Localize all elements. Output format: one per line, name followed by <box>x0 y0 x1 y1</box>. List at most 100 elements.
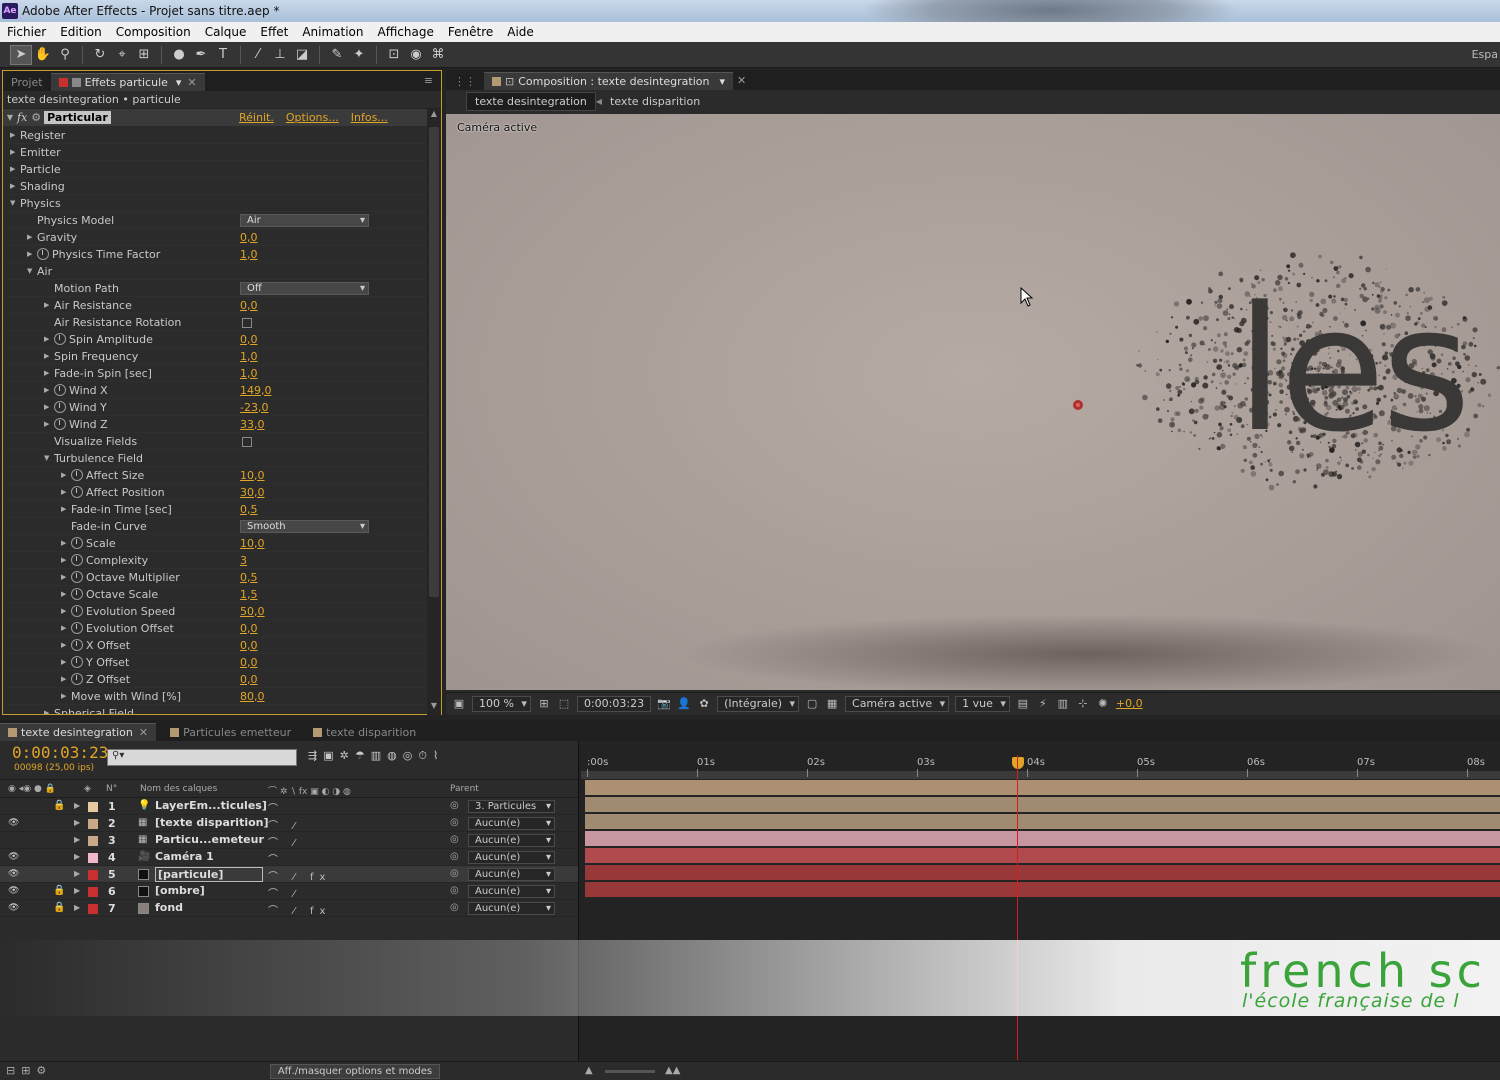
current-time-field[interactable]: 0:00:03:23 <box>576 695 652 712</box>
property-value[interactable]: 3 <box>240 554 247 567</box>
visibility-eye-icon[interactable]: 👁 <box>8 869 19 879</box>
twirl-closed-icon[interactable]: ▶ <box>61 590 71 598</box>
label-color-swatch[interactable] <box>88 802 98 812</box>
pick-whip-icon[interactable]: ◎ <box>450 885 459 896</box>
eraser-tool-icon[interactable]: ◪ <box>291 45 313 65</box>
layer-duration-bar[interactable] <box>585 882 1500 897</box>
layer-switch-icons[interactable]: ⌒ ⁄ <box>268 834 301 849</box>
stopwatch-icon[interactable] <box>54 333 66 345</box>
layer-duration-bar[interactable] <box>585 797 1500 812</box>
effect-property-row[interactable]: ▶ Shading <box>3 178 425 195</box>
twirl-closed-icon[interactable]: ▶ <box>27 233 37 241</box>
stopwatch-icon[interactable] <box>71 673 83 685</box>
color-channels-icon[interactable]: ✿ <box>697 697 711 711</box>
comp-flowchart-icon[interactable]: ⊹ <box>1076 697 1090 711</box>
stopwatch-icon[interactable] <box>37 248 49 260</box>
magnification-dropdown[interactable]: 100 % <box>472 695 531 712</box>
stopwatch-icon[interactable] <box>54 384 66 396</box>
stopwatch-icon[interactable] <box>71 639 83 651</box>
layer-name[interactable]: [ombre] <box>155 884 205 897</box>
effect-property-row[interactable]: ▶ Fade-in Spin [sec] 1,0 <box>3 365 425 382</box>
property-value[interactable]: 0,0 <box>240 656 258 669</box>
pick-whip-icon[interactable]: ◎ <box>450 800 459 811</box>
effect-property-row[interactable]: ▶ X Offset 0,0 <box>3 637 425 654</box>
time-ruler[interactable]: :00s 01s 02s 03s 04s 05s 06s 07s 08s <box>579 741 1500 779</box>
property-dropdown[interactable]: Air <box>240 214 369 227</box>
pick-whip-icon[interactable]: ◎ <box>450 902 459 913</box>
layer-name[interactable]: LayerEm...ticules] <box>155 799 267 812</box>
twirl-closed-icon[interactable]: ▶ <box>44 369 54 377</box>
crumb-texte-disparition[interactable]: texte disparition <box>602 93 708 110</box>
hide-shy-layers-icon[interactable]: ☂ <box>355 749 365 763</box>
stopwatch-icon[interactable] <box>71 605 83 617</box>
property-value[interactable]: 0,0 <box>240 622 258 635</box>
twirl-closed-icon[interactable]: ▶ <box>61 539 71 547</box>
layer-row[interactable]: 👁 ▶ 4 🎥 Caméra 1 ⌒ ◎ Aucun(e) <box>0 849 578 866</box>
effect-property-row[interactable]: ▶ Octave Scale 1,5 <box>3 586 425 603</box>
effect-property-row[interactable]: ▼ Air <box>3 263 425 280</box>
clone-stamp-tool-icon[interactable]: ⊥ <box>269 45 291 65</box>
always-preview-icon[interactable]: ▣ <box>452 697 466 711</box>
puppet-pin-tool-icon[interactable]: ✦ <box>348 45 370 65</box>
effect-property-row[interactable]: ▶ Spin Amplitude 0,0 <box>3 331 425 348</box>
tab-projet[interactable]: Projet <box>3 73 51 91</box>
layer-switch-icons[interactable]: ⌒ ⁄ <box>268 817 301 832</box>
crumb-texte-desintegration[interactable]: texte desintegration <box>466 91 596 111</box>
menu-fichier[interactable]: Fichier <box>0 25 53 39</box>
stopwatch-icon[interactable] <box>71 588 83 600</box>
label-color-swatch[interactable] <box>88 819 98 829</box>
pick-whip-icon[interactable]: ◎ <box>450 868 459 879</box>
twirl-closed-icon[interactable]: ▶ <box>61 471 71 479</box>
snapshot-icon[interactable]: 📷 <box>657 697 671 711</box>
property-value[interactable]: 10,0 <box>240 537 265 550</box>
options-link[interactable]: Options... <box>286 111 339 124</box>
toggle-switches-modes-button[interactable]: Aff./masquer options et modes <box>270 1064 440 1079</box>
world-axis-mode-icon[interactable]: ◉ <box>405 45 427 65</box>
effect-property-row[interactable]: ▶ Move with Wind [%] 80,0 <box>3 688 425 705</box>
comp-mini-flowchart-icon[interactable]: ⇶ <box>308 749 317 763</box>
twirl-closed-icon[interactable]: ▶ <box>74 869 80 878</box>
effect-property-row[interactable]: Physics Model Air <box>3 212 425 229</box>
parent-dropdown[interactable]: Aucun(e) <box>468 885 555 898</box>
layer-row[interactable]: ▶ 3 ▦ Particu...emeteur ⌒ ⁄ ◎ Aucun(e) <box>0 832 578 849</box>
pixel-aspect-icon[interactable]: ▤ <box>1016 697 1030 711</box>
twirl-closed-icon[interactable]: ▶ <box>74 835 80 844</box>
view-axis-mode-icon[interactable]: ⌘ <box>427 45 449 65</box>
menu-fenetre[interactable]: Fenêtre <box>441 25 500 39</box>
selection-tool-icon[interactable]: ➤ <box>10 44 32 65</box>
auto-keyframe-icon[interactable]: ⏱ <box>418 749 427 763</box>
layer-row[interactable]: 👁 🔒 ▶ 7 fond ⌒ ⁄ fx ◎ Aucun(e) <box>0 900 578 917</box>
tab-composition[interactable]: ⊡ Composition : texte desintegration ▾ <box>484 72 734 90</box>
parent-dropdown[interactable]: Aucun(e) <box>468 902 555 915</box>
parent-dropdown[interactable]: Aucun(e) <box>468 834 555 847</box>
effect-property-row[interactable]: ▶ Evolution Offset 0,0 <box>3 620 425 637</box>
effect-property-row[interactable]: ▶ Gravity 0,0 <box>3 229 425 246</box>
composition-viewer[interactable]: les Caméra active <box>446 114 1500 690</box>
pick-whip-icon[interactable]: ◎ <box>450 851 459 862</box>
effect-property-row[interactable]: ▼ Turbulence Field <box>3 450 425 467</box>
property-value[interactable]: 1,0 <box>240 350 258 363</box>
property-value[interactable]: 0,0 <box>240 231 258 244</box>
label-color-swatch[interactable] <box>88 887 98 897</box>
menu-affichage[interactable]: Affichage <box>371 25 441 39</box>
layer-switch-icons[interactable]: ⌒ ⁄ fx <box>268 868 331 883</box>
twirl-open-icon[interactable]: ▼ <box>44 454 54 462</box>
menu-effet[interactable]: Effet <box>253 25 295 39</box>
mask-visibility-icon[interactable]: ⬚ <box>557 697 571 711</box>
property-value[interactable]: 0,0 <box>240 299 258 312</box>
layer-switch-icons[interactable]: ⌒ ⁄ fx <box>268 902 331 917</box>
layer-duration-bar[interactable] <box>585 865 1500 880</box>
fx-toggle-icon[interactable]: fx <box>17 111 27 124</box>
twirl-closed-icon[interactable]: ▶ <box>61 675 71 683</box>
label-color-swatch[interactable] <box>88 904 98 914</box>
parent-dropdown[interactable]: Aucun(e) <box>468 817 555 830</box>
rotation-tool-icon[interactable]: ↻ <box>89 45 111 65</box>
layer-row[interactable]: 👁 🔒 ▶ 6 [ombre] ⌒ ⁄ ◎ Aucun(e) <box>0 883 578 900</box>
twirl-closed-icon[interactable]: ▶ <box>44 301 54 309</box>
zoom-in-icon[interactable]: ▲▲ <box>665 1065 680 1076</box>
stopwatch-icon[interactable] <box>54 418 66 430</box>
view-layout-dropdown[interactable]: 1 vue <box>955 695 1010 712</box>
menu-composition[interactable]: Composition <box>109 25 198 39</box>
region-of-interest-icon[interactable]: ▢ <box>805 697 819 711</box>
lock-icon[interactable]: 🔒 <box>53 902 65 913</box>
